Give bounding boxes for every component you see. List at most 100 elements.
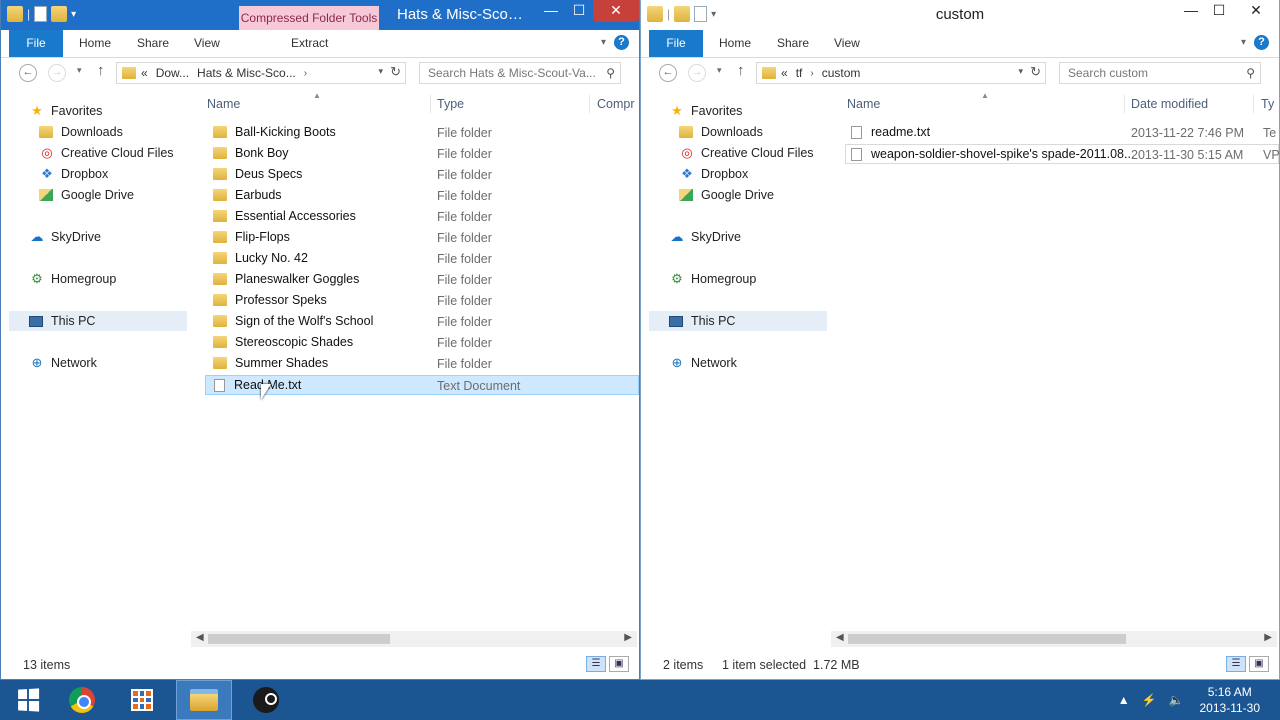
breadcrumb-custom[interactable]: custom — [822, 66, 861, 80]
nav-creative-cloud[interactable]: ◎ Creative Cloud Files — [39, 143, 173, 163]
column-divider[interactable] — [589, 95, 590, 113]
tab-home[interactable]: Home — [79, 36, 111, 50]
horizontal-scrollbar[interactable]: ◀ ▶ — [191, 631, 637, 647]
file-row[interactable]: Planeswalker Goggles File folder — [191, 270, 639, 290]
nav-dropbox[interactable]: ❖ Dropbox — [39, 164, 108, 184]
tab-home[interactable]: Home — [719, 36, 751, 50]
minimize-button[interactable]: — — [1177, 0, 1205, 22]
show-hidden-icons-icon[interactable]: ▲ — [1118, 693, 1130, 707]
column-header-type[interactable]: Type — [437, 93, 464, 115]
title-bar[interactable]: | ▾ custom — ☐ ✕ — [641, 0, 1279, 30]
column-divider[interactable] — [1124, 95, 1125, 113]
tab-share[interactable]: Share — [137, 36, 169, 50]
scroll-left-icon[interactable]: ◀ — [196, 632, 204, 643]
large-icons-view-icon[interactable]: ▣ — [609, 656, 629, 672]
refresh-icon[interactable]: ↻ — [390, 64, 401, 80]
breadcrumb-chevron-icon[interactable]: › — [810, 68, 813, 79]
scroll-left-icon[interactable]: ◀ — [836, 632, 844, 643]
nav-favorites[interactable]: ★ Favorites — [29, 101, 102, 121]
nav-network[interactable]: ⊕ Network — [669, 353, 737, 373]
breadcrumb-hats[interactable]: Hats & Misc-Sco... — [197, 66, 296, 80]
tab-share[interactable]: Share — [777, 36, 809, 50]
nav-downloads[interactable]: Downloads — [679, 122, 763, 142]
file-row[interactable]: Lucky No. 42 File folder — [191, 249, 639, 269]
explorer-window-hats[interactable]: | ▾ Compressed Folder Tools Hats & Misc-… — [0, 0, 640, 680]
address-dropdown-icon[interactable]: ▾ — [378, 66, 383, 77]
search-icon[interactable]: ⚲ — [1246, 63, 1255, 83]
explorer-window-custom[interactable]: | ▾ custom — ☐ ✕ File Home Share View ▾ … — [640, 0, 1280, 680]
help-icon[interactable]: ? — [614, 35, 629, 50]
nav-downloads[interactable]: Downloads — [39, 122, 123, 142]
file-row[interactable]: Earbuds File folder — [191, 186, 639, 206]
expand-ribbon-icon[interactable]: ▾ — [601, 37, 606, 48]
search-input[interactable]: Search custom ⚲ — [1059, 62, 1261, 84]
nav-skydrive[interactable]: ☁ SkyDrive — [29, 227, 102, 247]
nav-creative-cloud[interactable]: ◎ Creative Cloud Files — [679, 143, 813, 163]
power-icon[interactable]: ⚡ — [1142, 693, 1157, 707]
taskbar-steam[interactable] — [238, 680, 294, 720]
breadcrumb-downloads[interactable]: Dow... — [156, 66, 189, 80]
search-icon[interactable]: ⚲ — [606, 63, 615, 83]
scrollbar-thumb[interactable] — [208, 634, 390, 644]
file-row[interactable]: Stereoscopic Shades File folder — [191, 333, 639, 353]
maximize-button[interactable]: ☐ — [1205, 0, 1233, 22]
details-view-icon[interactable]: ☰ — [1226, 656, 1246, 672]
close-button[interactable]: ✕ — [1233, 0, 1279, 22]
customize-qat-icon[interactable]: ▾ — [71, 9, 76, 20]
column-header-date-modified[interactable]: Date modified — [1131, 93, 1208, 115]
recent-locations-icon[interactable]: ▾ — [77, 65, 82, 76]
file-row[interactable]: Sign of the Wolf's School File folder — [191, 312, 639, 332]
title-bar[interactable]: | ▾ Compressed Folder Tools Hats & Misc-… — [1, 0, 639, 31]
nav-dropbox[interactable]: ❖ Dropbox — [679, 164, 748, 184]
column-header-compressed-size[interactable]: Compr — [597, 93, 635, 115]
address-dropdown-icon[interactable]: ▾ — [1018, 66, 1023, 77]
nav-this-pc[interactable]: This PC — [9, 311, 187, 331]
close-button[interactable]: ✕ — [593, 0, 639, 22]
minimize-button[interactable]: — — [537, 0, 565, 22]
file-row[interactable]: Flip-Flops File folder — [191, 228, 639, 248]
up-button[interactable]: ↑ — [97, 62, 105, 79]
breadcrumb-chevron-icon[interactable]: › — [304, 68, 307, 79]
breadcrumb-tf[interactable]: tf — [796, 66, 803, 80]
taskbar-apps[interactable] — [114, 680, 170, 720]
taskbar-chrome[interactable] — [54, 680, 110, 720]
breadcrumb-overflow[interactable]: « — [781, 66, 788, 80]
file-row[interactable]: Essential Accessories File folder — [191, 207, 639, 227]
file-row[interactable]: Summer Shades File folder — [191, 354, 639, 374]
address-bar[interactable]: « Dow... Hats & Misc-Sco... › ▾ ↻ — [116, 62, 406, 84]
forward-button[interactable]: → — [688, 64, 706, 82]
nav-homegroup[interactable]: ⚙ Homegroup — [29, 269, 116, 289]
search-input[interactable]: Search Hats & Misc-Scout-Va... ⚲ — [419, 62, 621, 84]
scroll-right-icon[interactable]: ▶ — [1264, 632, 1272, 643]
nav-google-drive[interactable]: Google Drive — [39, 185, 134, 205]
file-row[interactable]: weapon-soldier-shovel-spike's spade-2011… — [845, 144, 1279, 164]
refresh-icon[interactable]: ↻ — [1030, 64, 1041, 80]
scroll-right-icon[interactable]: ▶ — [624, 632, 632, 643]
tab-file[interactable]: File — [649, 30, 703, 57]
tab-extract[interactable]: Extract — [291, 36, 328, 50]
volume-icon[interactable]: 🔈 — [1169, 693, 1184, 707]
column-header-type[interactable]: Ty — [1261, 93, 1274, 115]
file-row[interactable]: Professor Speks File folder — [191, 291, 639, 311]
up-button[interactable]: ↑ — [737, 62, 745, 79]
forward-button[interactable]: → — [48, 64, 66, 82]
properties-icon[interactable] — [34, 6, 48, 22]
tab-view[interactable]: View — [834, 36, 860, 50]
nav-google-drive[interactable]: Google Drive — [679, 185, 774, 205]
back-button[interactable]: ← — [659, 64, 677, 82]
nav-favorites[interactable]: ★ Favorites — [669, 101, 742, 121]
scrollbar-thumb[interactable] — [848, 634, 1126, 644]
tab-file[interactable]: File — [9, 30, 63, 57]
expand-ribbon-icon[interactable]: ▾ — [1241, 37, 1246, 48]
file-row[interactable]: Bonk Boy File folder — [191, 144, 639, 164]
large-icons-view-icon[interactable]: ▣ — [1249, 656, 1269, 672]
nav-this-pc[interactable]: This PC — [649, 311, 827, 331]
new-folder-icon[interactable] — [51, 6, 68, 22]
compressed-folder-tools-tab[interactable]: Compressed Folder Tools — [239, 6, 379, 31]
horizontal-scrollbar[interactable]: ◀ ▶ — [831, 631, 1277, 647]
address-bar[interactable]: « tf › custom ▾ ↻ — [756, 62, 1046, 84]
nav-homegroup[interactable]: ⚙ Homegroup — [669, 269, 756, 289]
breadcrumb-overflow[interactable]: « — [141, 66, 148, 80]
nav-skydrive[interactable]: ☁ SkyDrive — [669, 227, 742, 247]
file-row[interactable]: Ball-Kicking Boots File folder — [191, 123, 639, 143]
